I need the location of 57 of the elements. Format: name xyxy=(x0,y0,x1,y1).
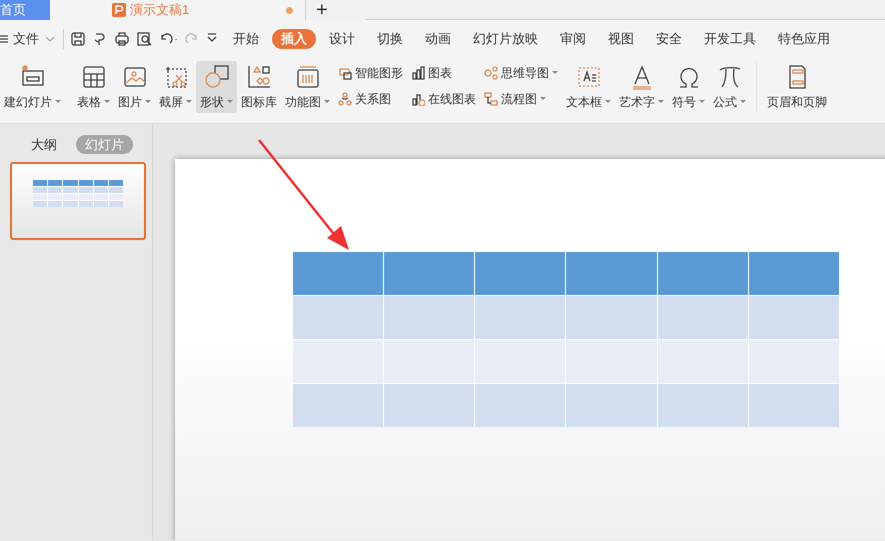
menu-icon xyxy=(0,34,8,44)
button-label: 图标库 xyxy=(241,94,277,111)
button-label: 页眉和页脚 xyxy=(767,94,827,111)
button-label: 文本框 xyxy=(566,94,602,111)
ribbon-tab[interactable]: 切换 xyxy=(368,29,412,49)
ribbon-button[interactable]: 智能图形 xyxy=(338,63,403,83)
ribbon-button[interactable]: 流程图 xyxy=(484,89,558,109)
ribbon-button[interactable]: 表格 xyxy=(73,61,114,113)
button-label: 表格 xyxy=(77,94,101,111)
relation-chart-icon xyxy=(338,92,352,106)
ribbon-button[interactable]: 艺术字 xyxy=(615,61,668,113)
print-icon xyxy=(114,31,130,47)
ribbon-button[interactable]: 图片 xyxy=(114,61,155,113)
button-label: 形状 xyxy=(200,94,224,111)
ribbon-button[interactable]: 关系图 xyxy=(338,89,403,109)
ribbon-button[interactable]: 图表 xyxy=(411,63,476,83)
bar-chart-icon xyxy=(411,66,425,80)
ribbon-button[interactable]: 建幻灯片 xyxy=(0,61,65,113)
file-menu[interactable]: 文件 xyxy=(13,29,64,49)
ribbon-tab[interactable]: 审阅 xyxy=(551,29,595,49)
button-label: 符号 xyxy=(672,94,696,111)
ribbon-button[interactable]: 在线图表 xyxy=(411,89,476,109)
ribbon-tab[interactable]: 开始 xyxy=(224,29,268,49)
ribbon-tab[interactable]: 安全 xyxy=(647,29,691,49)
ribbon-button[interactable]: 截屏 xyxy=(155,61,196,113)
ribbon-button[interactable]: 符号 xyxy=(668,61,709,113)
ribbon-tab[interactable]: 幻灯片放映 xyxy=(464,29,547,49)
presentation-file-icon xyxy=(112,3,126,17)
button-label: 图片 xyxy=(118,94,142,111)
ribbon-tab[interactable]: 特色应用 xyxy=(769,29,839,49)
button-label: 功能图 xyxy=(285,94,321,111)
panel-tab[interactable]: 大纲 xyxy=(22,135,66,154)
ribbon-tab[interactable]: 视图 xyxy=(599,29,643,49)
button-label: 建幻灯片 xyxy=(4,94,52,111)
mind-map-icon xyxy=(484,66,498,80)
ribbon-button[interactable]: 思维导图 xyxy=(484,63,558,83)
ribbon-button[interactable]: 形状 xyxy=(196,61,237,113)
ribbon-button[interactable]: 图标库 xyxy=(237,61,281,113)
save-icon xyxy=(70,31,86,47)
online-chart-icon xyxy=(411,92,425,106)
button-label: 截屏 xyxy=(159,94,183,111)
ribbon-button[interactable]: 功能图 xyxy=(281,61,334,113)
ribbon-button[interactable]: 页眉和页脚 xyxy=(756,61,831,113)
ribbon-tab[interactable]: 开发工具 xyxy=(695,29,765,49)
button-label: 公式 xyxy=(713,94,737,111)
ribbon-button[interactable]: 文本框 xyxy=(562,61,615,113)
flowchart-icon xyxy=(484,92,498,106)
slide-thumbnail[interactable] xyxy=(10,162,146,240)
ribbon-button[interactable]: 公式 xyxy=(709,61,750,113)
ribbon-tab[interactable]: 设计 xyxy=(320,29,364,49)
print-preview-icon xyxy=(136,31,152,47)
smart-graphic-icon xyxy=(338,66,352,80)
new-tab-button[interactable]: + xyxy=(305,0,365,20)
chevron-down-icon xyxy=(45,36,55,42)
button-label: 艺术字 xyxy=(619,94,655,111)
ribbon-tab[interactable]: 动画 xyxy=(416,29,460,49)
tab-label: 演示文稿1 xyxy=(130,1,190,20)
